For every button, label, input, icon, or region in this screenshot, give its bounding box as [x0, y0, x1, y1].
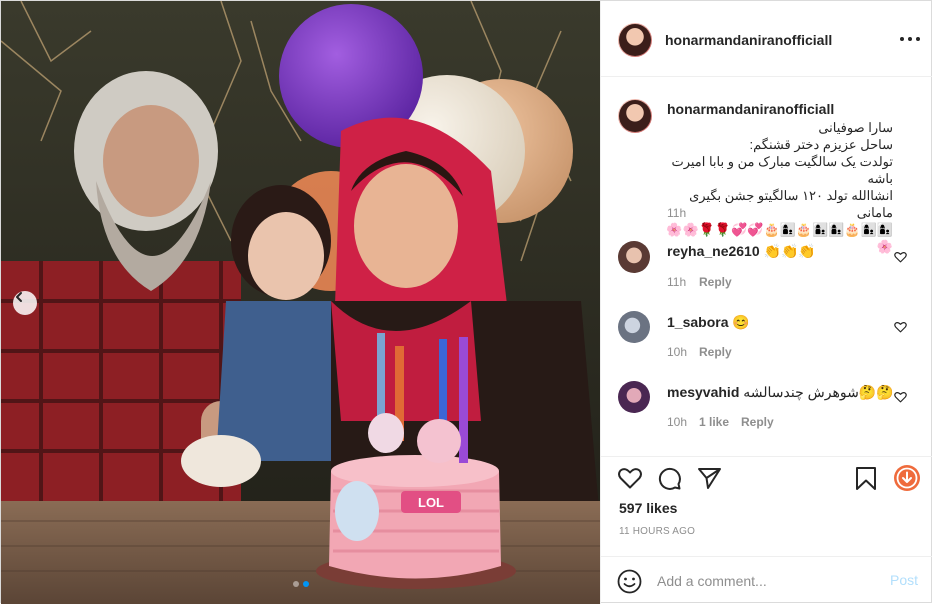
comment-like-heart-icon[interactable] [894, 251, 907, 263]
instagram-post: LOL honarmandaniranofficiall honarmandan… [0, 0, 932, 604]
comment-composer: Post [601, 556, 932, 605]
post-time-ago[interactable]: 11 HOURS AGO [619, 526, 695, 537]
comment-icon[interactable] [657, 466, 682, 491]
send-icon[interactable] [697, 466, 722, 490]
carousel-dot-active [303, 581, 309, 587]
photo-illustration: LOL [1, 1, 600, 604]
reply-button[interactable]: Reply [699, 275, 732, 289]
chevron-left-icon [16, 292, 22, 302]
heart-icon[interactable] [617, 466, 643, 490]
carousel-dot [293, 581, 299, 587]
caption-avatar[interactable] [619, 100, 651, 132]
comment-2: 1_sabora 😊 [667, 314, 750, 331]
comment-text: 😊 [732, 314, 750, 330]
comment-username[interactable]: 1_sabora [667, 314, 728, 330]
comment-avatar[interactable] [618, 381, 650, 413]
author-avatar[interactable] [619, 24, 651, 56]
post-details-panel: honarmandaniranofficiall honarmandaniran… [600, 1, 932, 604]
comment-username[interactable]: reyha_ne2610 [667, 243, 760, 259]
comment-time[interactable]: 10h [667, 415, 687, 429]
comment-time[interactable]: 10h [667, 345, 687, 359]
post-comment-button[interactable]: Post [890, 572, 918, 588]
comment-avatar[interactable] [618, 311, 650, 343]
caption-time[interactable]: 11h [667, 206, 686, 220]
bookmark-icon[interactable] [855, 466, 877, 491]
post-actions: 597 likes 11 HOURS AGO Post [601, 456, 932, 604]
comment-3: mesyvahid شوهرش چندسالشه🤔🤔 [667, 384, 894, 401]
comment-likes-count[interactable]: 1 like [699, 415, 729, 429]
download-icon[interactable] [893, 464, 921, 492]
caption-text: سارا صوفیانی ساحل عزیزم دختر قشنگم: تولد… [666, 120, 893, 254]
comment-time[interactable]: 11h [667, 275, 686, 289]
comment-1: reyha_ne2610 👏👏👏 [667, 243, 816, 260]
smiley-icon[interactable] [617, 569, 642, 594]
comment-avatar[interactable] [618, 241, 650, 273]
add-comment-input[interactable] [657, 570, 877, 592]
reply-button[interactable]: Reply [741, 415, 774, 429]
reply-button[interactable]: Reply [699, 345, 732, 359]
post-header: honarmandaniranofficiall [601, 1, 932, 77]
likes-count[interactable]: 597 likes [619, 500, 677, 516]
comment-like-heart-icon[interactable] [894, 321, 907, 333]
comment-username[interactable]: mesyvahid [667, 384, 739, 400]
author-username[interactable]: honarmandaniranofficiall [665, 32, 832, 48]
comment-text: شوهرش چندسالشه🤔🤔 [743, 384, 894, 400]
caption-username[interactable]: honarmandaniranofficiall [667, 101, 834, 117]
carousel-indicator [293, 581, 309, 587]
comment-text: 👏👏👏 [763, 243, 816, 259]
carousel-prev-button[interactable] [13, 291, 37, 315]
post-photo[interactable]: LOL [1, 1, 600, 604]
svg-text:LOL: LOL [418, 495, 444, 510]
comment-like-heart-icon[interactable] [894, 391, 907, 403]
more-horizontal-icon[interactable] [900, 31, 920, 47]
